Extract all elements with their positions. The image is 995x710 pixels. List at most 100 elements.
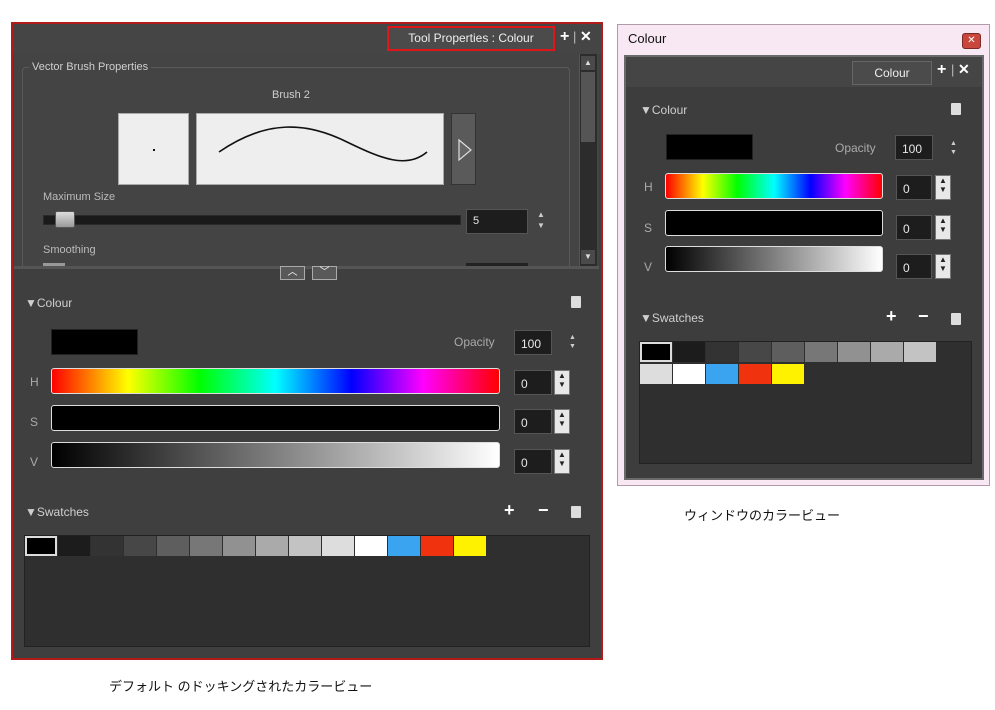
opacity-input[interactable]: 100: [895, 135, 933, 160]
tab-tool-properties-colour[interactable]: Tool Properties : Colour: [387, 26, 555, 51]
add-tab-icon[interactable]: +: [560, 28, 569, 46]
add-tab-icon[interactable]: +: [937, 61, 946, 79]
current-colour-swatch[interactable]: [51, 329, 138, 355]
saturation-stepper[interactable]: ▲ ▼: [554, 409, 570, 434]
panel-splitter[interactable]: [14, 266, 599, 269]
value-stepper[interactable]: ▲ ▼: [935, 254, 951, 279]
max-size-label: Maximum Size: [43, 191, 116, 203]
swatches-grid: [639, 341, 972, 464]
swatches-menu-icon[interactable]: [571, 506, 581, 518]
swatch[interactable]: [904, 342, 936, 362]
expand-arrow-icon: ▼: [640, 103, 652, 117]
add-swatch-icon[interactable]: +: [504, 500, 515, 521]
tab-colour[interactable]: Colour: [852, 61, 932, 85]
saturation-slider[interactable]: [51, 405, 500, 431]
swatch[interactable]: [256, 536, 288, 556]
v-label: V: [30, 455, 39, 469]
hue-slider[interactable]: [51, 368, 500, 394]
swatches-grid: [24, 535, 590, 647]
brush-stroke-preview: [196, 113, 444, 185]
hue-stepper[interactable]: ▲ ▼: [935, 175, 951, 200]
close-icon[interactable]: ✕: [580, 28, 592, 45]
scroll-up-icon[interactable]: ▲: [581, 56, 595, 70]
value-slider[interactable]: [665, 246, 883, 272]
swatch[interactable]: [772, 364, 804, 384]
swatch[interactable]: [706, 364, 738, 384]
swatch[interactable]: [871, 342, 903, 362]
max-size-stepper-icon[interactable]: ▲ ▼: [537, 209, 545, 231]
saturation-input[interactable]: 0: [896, 215, 932, 240]
collapse-up-icon[interactable]: ︿: [280, 266, 305, 280]
hue-stepper[interactable]: ▲ ▼: [554, 370, 570, 395]
brush-next-button[interactable]: [451, 113, 476, 185]
max-size-input[interactable]: 5: [466, 209, 528, 234]
value-slider[interactable]: [51, 442, 500, 468]
section-title: Vector Brush Properties: [29, 61, 152, 73]
swatches-section-header[interactable]: ▼Swatches: [25, 505, 89, 519]
swatch[interactable]: [322, 536, 354, 556]
swatch[interactable]: [157, 536, 189, 556]
opacity-stepper-icon[interactable]: ▲ ▼: [950, 139, 957, 157]
max-size-slider-handle[interactable]: [55, 211, 75, 228]
divider-icon: |: [573, 29, 577, 44]
swatch[interactable]: [454, 536, 486, 556]
h-label: H: [30, 375, 39, 389]
opacity-stepper-icon[interactable]: ▲ ▼: [569, 333, 576, 351]
expand-arrow-icon: ▼: [25, 505, 37, 519]
saturation-input[interactable]: 0: [514, 409, 552, 434]
expand-arrow-icon: ▼: [25, 296, 37, 310]
swatch[interactable]: [640, 342, 672, 362]
swatch[interactable]: [58, 536, 90, 556]
add-swatch-icon[interactable]: +: [886, 306, 897, 327]
hue-slider[interactable]: [665, 173, 883, 199]
remove-swatch-icon[interactable]: −: [918, 306, 929, 327]
value-input[interactable]: 0: [896, 254, 932, 279]
swatch[interactable]: [739, 342, 771, 362]
hue-input[interactable]: 0: [514, 370, 552, 395]
swatch[interactable]: [421, 536, 453, 556]
hue-input[interactable]: 0: [896, 175, 932, 200]
colour-section-header[interactable]: ▼Colour: [640, 103, 687, 117]
swatch[interactable]: [223, 536, 255, 556]
swatch[interactable]: [124, 536, 156, 556]
swatch[interactable]: [838, 342, 870, 362]
swatch[interactable]: [289, 536, 321, 556]
smoothing-label: Smoothing: [43, 244, 96, 256]
max-size-slider[interactable]: [43, 215, 461, 225]
swatch[interactable]: [772, 342, 804, 362]
swatch[interactable]: [673, 342, 705, 362]
expand-arrow-icon: ▼: [640, 311, 652, 325]
colour-section-header[interactable]: ▼Colour: [25, 296, 72, 310]
swatch[interactable]: [706, 342, 738, 362]
scrollbar-thumb[interactable]: [581, 72, 595, 142]
swatches-menu-icon[interactable]: [951, 313, 961, 325]
window-close-button[interactable]: ✕: [962, 33, 981, 49]
opacity-input[interactable]: 100: [514, 330, 552, 355]
swatch[interactable]: [190, 536, 222, 556]
brush-tip-preview: [118, 113, 189, 185]
collapse-down-icon[interactable]: ﹀: [312, 266, 337, 280]
saturation-stepper[interactable]: ▲ ▼: [935, 215, 951, 240]
current-colour-swatch[interactable]: [666, 134, 753, 160]
swatch[interactable]: [673, 364, 705, 384]
swatch[interactable]: [91, 536, 123, 556]
swatch[interactable]: [640, 364, 672, 384]
swatch[interactable]: [388, 536, 420, 556]
remove-swatch-icon[interactable]: −: [538, 500, 549, 521]
swatch[interactable]: [739, 364, 771, 384]
value-stepper[interactable]: ▲ ▼: [554, 449, 570, 474]
swatch[interactable]: [25, 536, 57, 556]
colour-menu-icon[interactable]: [571, 296, 581, 308]
divider-icon: |: [951, 62, 955, 77]
swatch[interactable]: [805, 342, 837, 362]
swatch[interactable]: [355, 536, 387, 556]
close-icon[interactable]: ✕: [958, 61, 970, 78]
scroll-down-icon[interactable]: ▼: [581, 250, 595, 264]
saturation-slider[interactable]: [665, 210, 883, 236]
swatches-section-header[interactable]: ▼Swatches: [640, 311, 704, 325]
docked-caption: デフォルト のドッキングされたカラービュー: [109, 679, 373, 694]
opacity-label: Opacity: [454, 335, 495, 349]
brush-name: Brush 2: [272, 89, 310, 101]
value-input[interactable]: 0: [514, 449, 552, 474]
colour-menu-icon[interactable]: [951, 103, 961, 115]
